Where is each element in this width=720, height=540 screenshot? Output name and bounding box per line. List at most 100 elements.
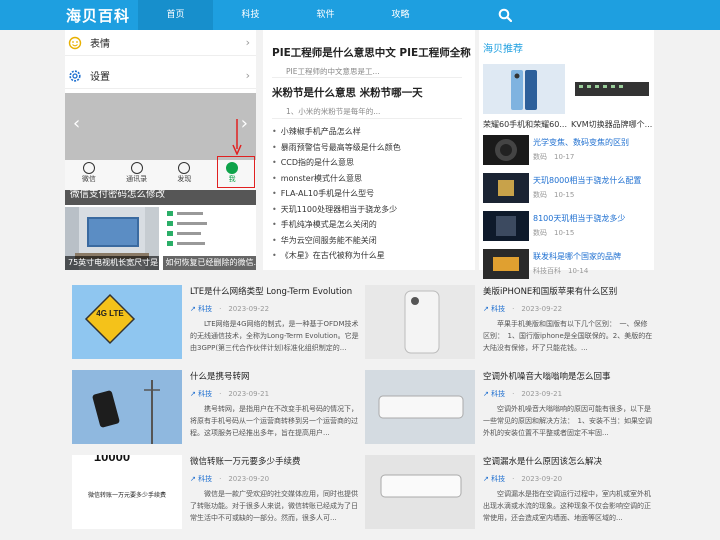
featured-panel: PIE工程师是什么意思中文 PIE工程师全称 PIE工程师的中文意思是工... … xyxy=(263,30,475,270)
featured-article[interactable]: 米粉节是什么意思 米粉节哪一天 1、小米的米粉节是每年的... xyxy=(272,85,472,117)
processor-image xyxy=(483,211,529,241)
article-card[interactable]: 什么是携号转网 ↗ 科技 · 2023-09-21 携号转网，是指用户在不改变手… xyxy=(72,370,362,454)
slider-prev-icon[interactable]: ‹ xyxy=(73,113,80,134)
divider xyxy=(272,77,462,78)
nav-tech[interactable]: 科技 xyxy=(213,0,288,30)
ac-unit-image xyxy=(365,370,475,444)
product-card[interactable]: 荣耀60手机和荣耀60... xyxy=(483,64,567,130)
tab-wechat: 微信 xyxy=(65,160,113,190)
recommend-item-meta: 数码 10-17 xyxy=(533,153,575,161)
gear-icon xyxy=(69,69,81,82)
slider-panel: 表情 › 设置 › ‹ › 微信支付密码怎么修改 微信 通讯录 发现 我 75英… xyxy=(65,30,256,270)
featured-summary: 1、小米的米粉节是每年的... xyxy=(286,107,381,116)
article-list: 小辣椒手机产品怎么样 暴雨预警信号最高等级是什么颜色 CCD指的是什么意思 mo… xyxy=(272,124,472,264)
nav-home[interactable]: 首页 xyxy=(138,0,213,30)
article-meta: ↗ 科技 · 2023-09-21 xyxy=(483,390,563,398)
wechat-subtitle-text: 微信转账一万元要多少手续费 xyxy=(88,491,166,499)
thumb-wechat[interactable]: 如何恢复已经删除的微信... xyxy=(162,207,256,270)
list-item[interactable]: 华为云空间服务能不能关闭 xyxy=(272,233,472,249)
article-desc: 微信是一款广受欢迎的社交媒体应用，同时也提供了转账功能。对于很多人来说，微信转账… xyxy=(190,490,358,522)
list-item[interactable]: monster模式什么意思 xyxy=(272,171,472,187)
recommend-item[interactable]: 天玑8000相当于骁龙什么配置 数码 10-15 xyxy=(483,173,653,207)
article-card[interactable]: 美版iPHONE和国版苹果有什么区别 ↗ 科技 · 2023-09-22 苹果手… xyxy=(365,285,655,369)
article-meta: ↗ 科技 · 2023-09-21 xyxy=(190,390,270,398)
compass-icon xyxy=(178,162,191,174)
article-meta: ↗ 科技 · 2023-09-22 xyxy=(190,305,270,313)
chevron-right-icon: › xyxy=(245,36,250,49)
list-item[interactable]: 《木星》在古代被称为什么星 xyxy=(272,248,472,264)
recommend-item-meta: 科技百科 10-14 xyxy=(533,267,589,275)
share-icon: ↗ xyxy=(190,475,196,483)
article-title[interactable]: LTE是什么网络类型 Long-Term Evolution xyxy=(190,285,352,297)
emoji-icon xyxy=(68,36,82,49)
share-icon: ↗ xyxy=(483,475,489,483)
product-caption: KVM切换器品牌哪个... xyxy=(571,120,653,129)
thumb-tv[interactable]: 75英寸电视机长宽尺寸是... xyxy=(65,207,159,270)
search-icon[interactable] xyxy=(498,8,512,22)
article-title[interactable]: 空调漏水是什么原因该怎么解决 xyxy=(483,455,602,467)
list-item[interactable]: 天玑1100处理器相当于骁龙多少 xyxy=(272,202,472,218)
share-icon: ↗ xyxy=(483,390,489,398)
nav-guides[interactable]: 攻略 xyxy=(363,0,438,30)
article-card[interactable]: 4G LTE LTE是什么网络类型 Long-Term Evolution ↗ … xyxy=(72,285,362,369)
thumb-row: 75英寸电视机长宽尺寸是... 如何恢复已经删除的微信... xyxy=(65,207,256,270)
article-desc: 苹果手机美版和国版有以下几个区别： 一、保修区别： 1、国行版iphone是全国… xyxy=(483,320,653,352)
article-title[interactable]: 美版iPHONE和国版苹果有什么区别 xyxy=(483,285,617,297)
article-meta: ↗ 科技 · 2023-09-20 xyxy=(483,475,563,483)
recommend-item[interactable]: 联发科是哪个国家的品牌 科技百科 10-14 xyxy=(483,249,653,283)
recommend-item-title[interactable]: 光学变焦、数码变焦的区别 xyxy=(533,137,629,148)
lte-sign-image: 4G LTE xyxy=(72,285,182,359)
article-title[interactable]: 什么是携号转网 xyxy=(190,370,250,382)
list-item[interactable]: 手机纯净模式是怎么关闭的 xyxy=(272,217,472,233)
site-logo[interactable]: 海贝百科 xyxy=(66,5,130,26)
article-desc: LTE网络是4G网络的制式，是一种基于OFDM技术的无线通信技术，全称为Long… xyxy=(190,320,359,352)
contacts-icon xyxy=(130,162,143,174)
list-item[interactable]: CCD指的是什么意思 xyxy=(272,155,472,171)
recommend-item[interactable]: 8100天玑相当于骁龙多少 数码 10-15 xyxy=(483,211,653,245)
tab-contacts: 通讯录 xyxy=(113,160,161,190)
recommend-panel: 海贝推荐 荣耀60手机和荣耀60... KVM切换器品牌哪个... 光学变焦、数… xyxy=(479,30,654,279)
article-card[interactable]: 空调外机噪音大嗡嗡响是怎么回事 ↗ 科技 · 2023-09-21 空调外机噪音… xyxy=(365,370,655,454)
list-item[interactable]: FLA-AL10手机是什么型号 xyxy=(272,186,472,202)
article-title[interactable]: 空调外机噪音大嗡嗡响是怎么回事 xyxy=(483,370,611,382)
camera-lens-image xyxy=(483,135,529,165)
chip-image xyxy=(483,173,529,203)
recommend-title: 海贝推荐 xyxy=(483,44,523,55)
list-item[interactable]: 暴雨预警信号最高等级是什么颜色 xyxy=(272,140,472,156)
article-card[interactable]: 空调漏水是什么原因该怎么解决 ↗ 科技 · 2023-09-20 空调漏水是指在… xyxy=(365,455,655,539)
top-navbar: 海贝百科 首页 科技 软件 攻略 xyxy=(0,0,720,30)
iphone-image xyxy=(365,285,475,359)
featured-article[interactable]: PIE工程师是什么意思中文 PIE工程师全称 PIE工程师的中文意思是工... xyxy=(272,45,472,77)
share-icon: ↗ xyxy=(190,390,196,398)
settings-row-settings[interactable]: 设置 › xyxy=(65,63,256,89)
article-meta: ↗ 科技 · 2023-09-20 xyxy=(190,475,270,483)
recommend-item-title[interactable]: 天玑8000相当于骁龙什么配置 xyxy=(533,175,641,186)
phone-product-image xyxy=(483,64,565,114)
wechat-transfer-image: 10000 微信转账一万元要多少手续费 xyxy=(72,455,182,529)
product-card[interactable]: KVM切换器品牌哪个... xyxy=(571,64,653,130)
article-title[interactable]: 微信转账一万元要多少手续费 xyxy=(190,455,301,467)
nav-software[interactable]: 软件 xyxy=(288,0,363,30)
recommend-item-title[interactable]: 8100天玑相当于骁龙多少 xyxy=(533,213,625,224)
recommend-item-title[interactable]: 联发科是哪个国家的品牌 xyxy=(533,251,621,262)
featured-title[interactable]: PIE工程师是什么意思中文 PIE工程师全称 xyxy=(272,45,472,60)
ac-leak-image xyxy=(365,455,475,529)
share-icon: ↗ xyxy=(483,305,489,313)
settings-label-emoji: 表情 xyxy=(90,39,110,50)
chevron-right-icon: › xyxy=(245,69,250,82)
list-item[interactable]: 小辣椒手机产品怎么样 xyxy=(272,124,472,140)
featured-summary: PIE工程师的中文意思是工... xyxy=(286,67,380,76)
article-card[interactable]: 10000 微信转账一万元要多少手续费 微信转账一万元要多少手续费 ↗ 科技 ·… xyxy=(72,455,362,539)
divider xyxy=(272,118,462,119)
share-icon: ↗ xyxy=(190,305,196,313)
featured-title[interactable]: 米粉节是什么意思 米粉节哪一天 xyxy=(272,85,472,100)
article-desc: 空调漏水是指在空调运行过程中，室内机或室外机出现水滴或水流的现象。这种现象不仅会… xyxy=(483,490,651,522)
recommend-item[interactable]: 光学变焦、数码变焦的区别 数码 10-17 xyxy=(483,135,653,169)
recommend-item-meta: 数码 10-15 xyxy=(533,229,575,237)
wechat-amount-text: 10000 xyxy=(94,455,130,464)
red-arrow-icon xyxy=(232,119,242,155)
settings-label-settings: 设置 xyxy=(90,72,110,83)
article-desc: 空调外机噪音大嗡嗡响的原因可能有很多，以下是一些常见的原因和解决方法： 1、安装… xyxy=(483,405,652,437)
settings-row-emoji[interactable]: 表情 › xyxy=(65,30,256,56)
phone-tower-image xyxy=(72,370,182,444)
